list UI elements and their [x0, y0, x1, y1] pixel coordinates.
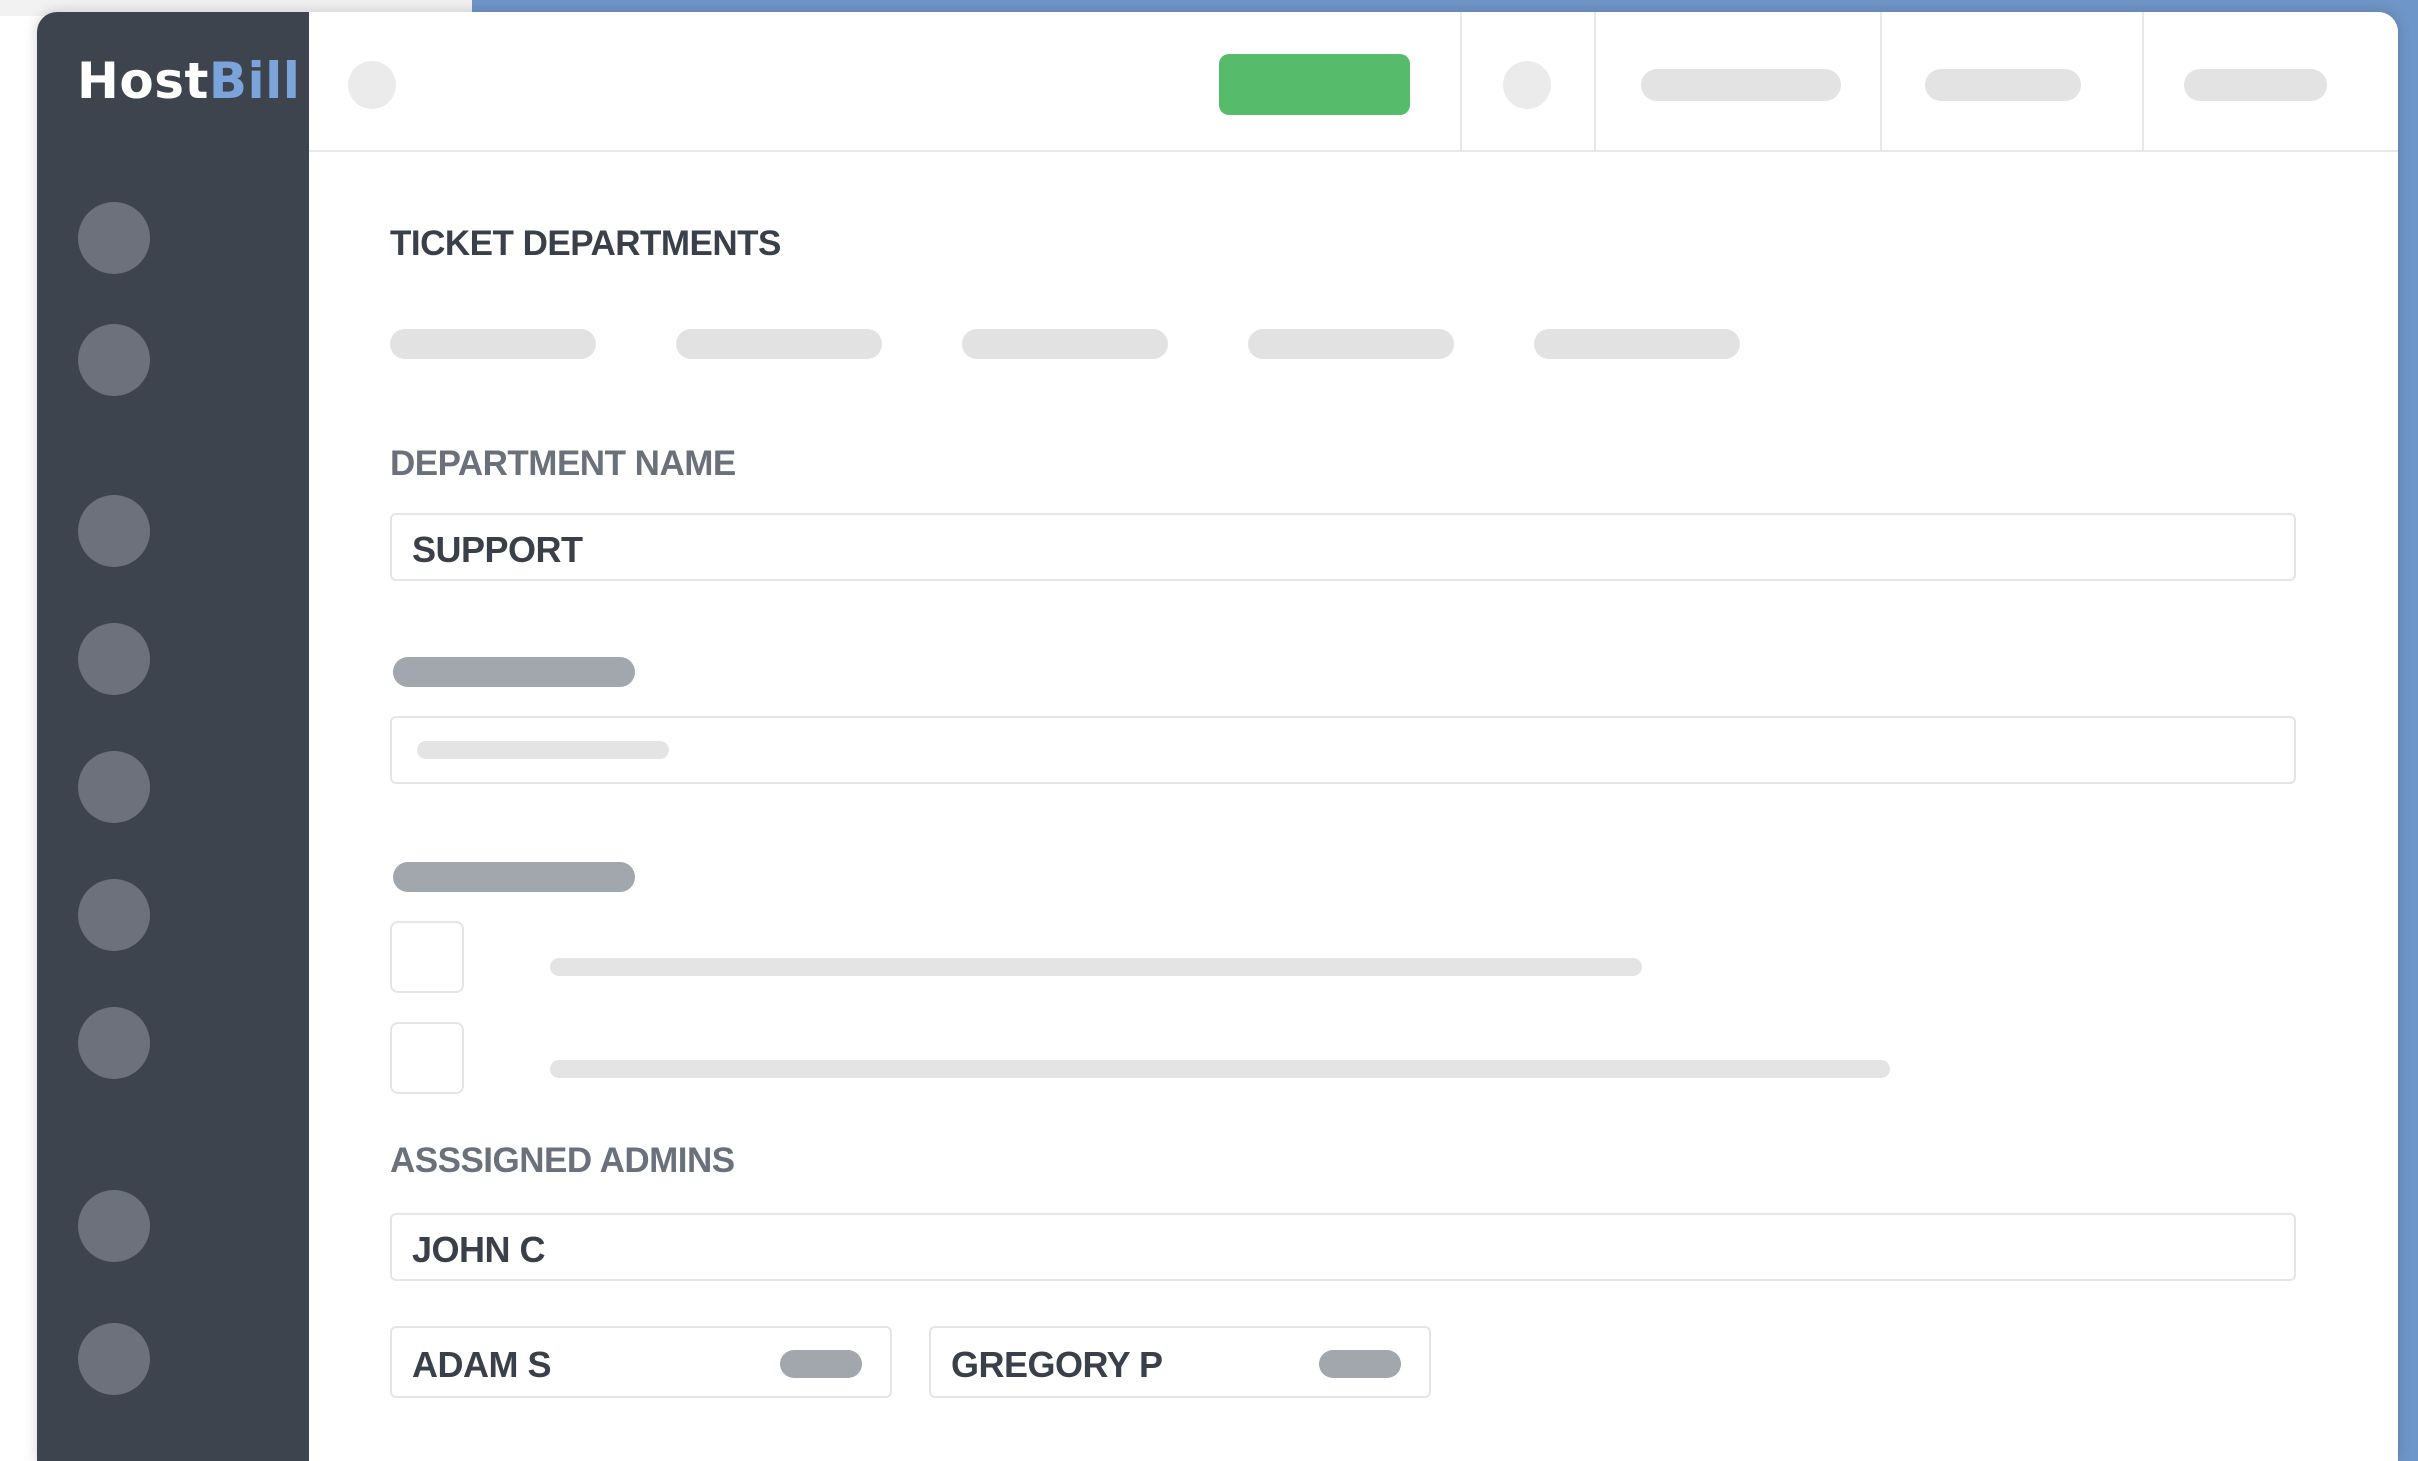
sidebar-nav-icon-8[interactable]: [78, 1190, 150, 1262]
assigned-admins-input-value: JOHN C: [412, 1229, 546, 1270]
field-value-placeholder: [417, 741, 669, 759]
tab-1[interactable]: [390, 329, 596, 359]
sidebar-nav-icon-6[interactable]: [78, 879, 150, 951]
page-title: TICKET DEPARTMENTS: [390, 224, 781, 263]
main-panel: TICKET DEPARTMENTS DEPARTMENT NAME SUPPO…: [309, 12, 2398, 1461]
sidebar-nav-icon-7[interactable]: [78, 1007, 150, 1079]
department-name-value: SUPPORT: [412, 529, 583, 570]
department-name-label: DEPARTMENT NAME: [390, 444, 736, 483]
topbar-divider: [2142, 12, 2144, 150]
text-field[interactable]: [390, 716, 2296, 784]
admin-chip: ADAM S: [390, 1326, 892, 1398]
topbar-menu-item-3[interactable]: [2184, 69, 2327, 101]
topbar-menu-item-2[interactable]: [1925, 69, 2081, 101]
menu-toggle-icon[interactable]: [348, 61, 396, 109]
tab-3[interactable]: [962, 329, 1168, 359]
option-checkbox-2[interactable]: [390, 1022, 464, 1094]
sidebar-nav-icon-4[interactable]: [78, 623, 150, 695]
tab-4[interactable]: [1248, 329, 1454, 359]
assigned-admins-label: ASSSIGNED ADMINS: [390, 1141, 735, 1180]
assigned-admins-input[interactable]: JOHN C: [390, 1213, 2296, 1281]
tab-2[interactable]: [676, 329, 882, 359]
primary-action-button[interactable]: [1219, 54, 1410, 115]
option-checkbox-1[interactable]: [390, 921, 464, 993]
remove-admin-button[interactable]: [1319, 1350, 1401, 1378]
topbar-divider: [1880, 12, 1882, 150]
sidebar-nav-icon-2[interactable]: [78, 324, 150, 396]
option-label-2-placeholder: [550, 1060, 1890, 1078]
sidebar-nav-icon-1[interactable]: [78, 202, 150, 274]
topbar-divider: [1594, 12, 1596, 150]
sidebar-nav-icon-3[interactable]: [78, 495, 150, 567]
admin-chip-label: GREGORY P: [951, 1344, 1163, 1385]
logo-host: Host: [77, 52, 209, 110]
remove-admin-button[interactable]: [780, 1350, 862, 1378]
sidebar: HostBill: [37, 12, 309, 1461]
hostbill-logo[interactable]: HostBill: [77, 52, 300, 110]
options-label-placeholder: [393, 862, 635, 892]
admin-chip-label: ADAM S: [412, 1344, 552, 1385]
admin-chip: GREGORY P: [929, 1326, 1431, 1398]
option-label-1-placeholder: [550, 958, 1642, 976]
tab-5[interactable]: [1534, 329, 1740, 359]
topbar-divider: [1460, 12, 1462, 150]
topbar-menu-item-1[interactable]: [1641, 69, 1841, 101]
logo-bill: Bill: [208, 52, 301, 110]
notification-icon[interactable]: [1503, 61, 1551, 109]
app-window: HostBill TICKET DEPARTMENTS DEPARTMENT N…: [37, 12, 2398, 1461]
top-bar: [309, 12, 2398, 152]
sidebar-nav-icon-5[interactable]: [78, 751, 150, 823]
department-name-field[interactable]: SUPPORT: [390, 513, 2296, 581]
field-label-placeholder: [393, 657, 635, 687]
sidebar-nav-icon-9[interactable]: [78, 1323, 150, 1395]
